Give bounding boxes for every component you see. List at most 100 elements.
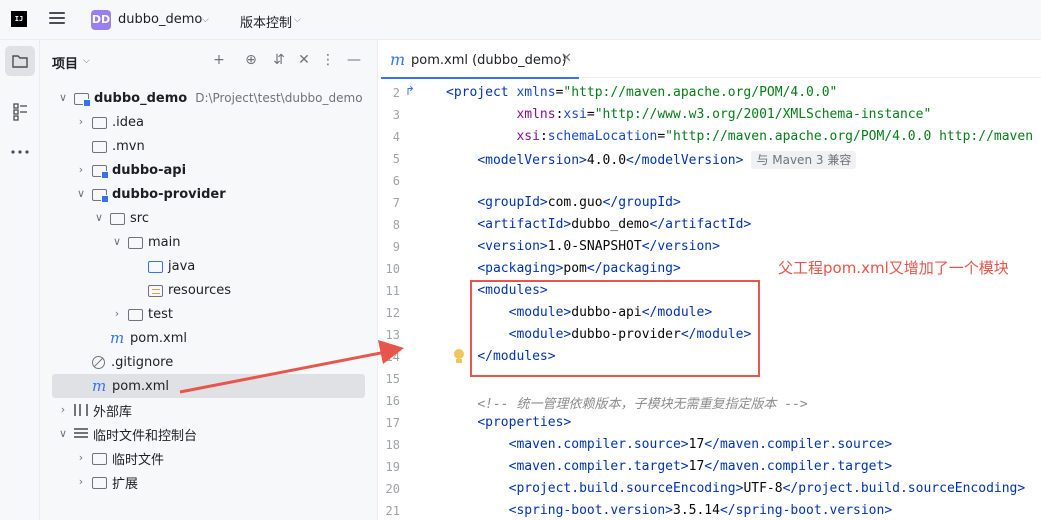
more-tools-button[interactable] [5,137,35,167]
folder-icon [128,235,144,249]
code-line-9: <version>1.0-SNAPSHOT</version> [477,239,720,254]
line-number: 12 [385,306,400,320]
tree-item-scratch-files[interactable]: › 临时文件 [40,446,378,470]
tree-item-dubbo-provider[interactable]: ∨ dubbo-provider [40,182,378,206]
tree-item-scratches[interactable]: ∨ 临时文件和控制台 [40,422,378,446]
line-number: 5 [392,152,400,166]
maven-compat-hint[interactable]: 与 Maven 3 兼容 [751,151,857,169]
code-line-19: <maven.compiler.target>17</maven.compile… [508,459,893,474]
chevron-down-icon[interactable]: ⌵ [83,55,95,67]
project-name[interactable]: dubbo_demo [118,12,202,27]
chevron-down-icon[interactable]: ⌵ [202,14,214,26]
tree-label: test [148,306,173,322]
implementation-gutter-icon[interactable]: ↱ [405,84,415,98]
folder-icon [92,451,108,465]
code-line-18: <maven.compiler.source>17</maven.compile… [508,437,893,452]
line-number: 13 [385,328,400,342]
expand-all-icon[interactable]: ⇵ [271,52,287,68]
code-line-4: xsi:schemaLocation="http://maven.apache.… [516,129,1034,144]
annotation-highlight-box [470,280,760,377]
tree-label: main [148,234,181,250]
collapsed-arrow-icon[interactable]: › [74,163,88,177]
resources-folder-icon [148,283,164,297]
collapsed-arrow-icon[interactable]: › [74,475,88,489]
more-icon [11,150,29,154]
locate-icon[interactable]: ⊕ [243,52,259,68]
code-line-17: <properties> [477,415,572,430]
code-line-5: <modelVersion>4.0.0</modelVersion> 与 Mave… [446,151,857,169]
close-icon[interactable]: ✕ [561,51,572,66]
hide-icon[interactable]: — [346,52,362,68]
expanded-arrow-icon[interactable]: ∨ [56,91,70,105]
tree-path-hint: D:\Project\test\dubbo_demo [195,91,363,105]
tree-label: dubbo_demo [94,90,188,106]
line-number: 6 [392,174,400,188]
expanded-arrow-icon[interactable]: ∨ [74,187,88,201]
tab-pom-xml[interactable]: m pom.xml (dubbo_demo) ✕ [378,40,581,79]
line-number: 14 [385,350,400,364]
source-folder-icon [148,259,164,273]
expanded-arrow-icon[interactable]: ∨ [56,427,70,441]
folder-icon [110,211,126,225]
tree-label: pom.xml [112,378,169,394]
tree-item-dubbo-api[interactable]: › dubbo-api [40,158,378,182]
tree-item-gitignore[interactable]: .gitignore [40,350,378,374]
collapsed-arrow-icon[interactable]: › [56,403,70,417]
module-folder-icon [92,163,109,179]
structure-tool-button[interactable] [5,96,35,126]
project-tool-button[interactable] [5,46,35,76]
collapsed-arrow-icon[interactable]: › [110,307,124,321]
code-line-3: xmlns:xsi="http://www.w3.org/2001/XMLSch… [516,107,932,122]
tree-item-src[interactable]: ∨ src [40,206,378,230]
folder-icon [128,307,144,321]
line-number: 16 [385,394,400,408]
project-panel: 项目 ⌵ + ⊕ ⇵ ✕ ⋮ — ∨ dubbo_demo D:\Project… [40,40,378,520]
tree-item-java[interactable]: java [40,254,378,278]
tree-item-test[interactable]: › test [40,302,378,326]
chevron-down-icon[interactable]: ⌵ [294,14,306,26]
editor-tab-bar: m pom.xml (dubbo_demo) ✕ [378,40,1041,79]
line-number: 3 [392,108,400,122]
code-line-10: <packaging>pom</packaging> [477,261,681,276]
expanded-arrow-icon[interactable]: ∨ [110,235,124,249]
project-badge[interactable]: DD [91,10,111,30]
tree-item-provider-pom[interactable]: m pom.xml [40,326,378,350]
line-number: 18 [385,438,400,452]
collapsed-arrow-icon[interactable]: › [74,451,88,465]
folder-icon [92,115,108,129]
code-line-8: <artifactId>dubbo_demo</artifactId> [477,217,752,232]
tree-label: 临时文件 [112,452,165,468]
code-line-2: <project xmlns="http://maven.apache.org/… [446,85,838,100]
add-icon[interactable]: + [211,52,227,68]
tree-label: .idea [112,114,144,130]
tree-label: 外部库 [93,404,133,420]
app-logo: IJ [11,11,27,27]
title-bar: IJ DD dubbo_demo ⌵ 版本控制 ⌵ [0,0,1041,40]
tree-item-dubbo-demo[interactable]: ∨ dubbo_demo D:\Project\test\dubbo_demo [40,86,378,110]
main-menu-icon[interactable] [49,12,65,26]
code-line-21: <spring-boot.version>3.5.14</spring-boot… [508,503,893,518]
tree-item-extensions[interactable]: › 扩展 [40,470,378,494]
ignore-file-icon [92,355,105,369]
expanded-arrow-icon[interactable]: ∨ [92,211,106,225]
vcs-menu[interactable]: 版本控制 [240,12,292,31]
tab-label: pom.xml (dubbo_demo) [411,53,567,68]
tree-item-root-pom[interactable]: m pom.xml [52,374,365,398]
module-folder-icon [92,187,109,203]
tree-label: resources [168,282,232,298]
line-number: 4 [392,130,400,144]
tree-item-external-libs[interactable]: › 外部库 [40,398,378,422]
tree-item-mvn[interactable]: .mvn [40,134,378,158]
options-icon[interactable]: ⋮ [320,52,336,68]
maven-file-icon: m [92,377,107,395]
tree-label: pom.xml [130,330,187,346]
tree-item-idea[interactable]: › .idea [40,110,378,134]
tree-label: src [130,210,149,226]
collapsed-arrow-icon[interactable]: › [74,115,88,129]
tree-item-resources[interactable]: resources [40,278,378,302]
tree-label: dubbo-api [112,162,187,178]
tree-item-main[interactable]: ∨ main [40,230,378,254]
tree-label: .gitignore [111,354,174,370]
collapse-all-icon[interactable]: ✕ [296,52,312,68]
line-number: 9 [392,240,400,254]
